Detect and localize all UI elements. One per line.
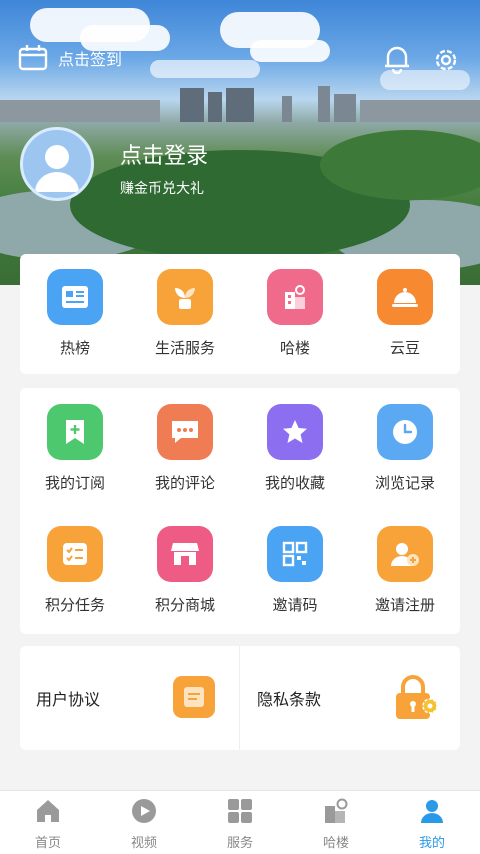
tab-label: 首页: [34, 836, 61, 851]
tab-video[interactable]: 视频: [96, 797, 192, 851]
quick-links-card: 热榜 生活服务 哈楼 云豆: [20, 254, 460, 374]
feature-points-tasks[interactable]: 积分任务: [20, 526, 130, 615]
lock-gear-icon: [396, 675, 438, 719]
task-list-icon: [47, 526, 103, 582]
add-user-icon: [377, 526, 433, 582]
feature-points-mall[interactable]: 积分商城: [130, 526, 240, 615]
tab-label: 视频: [130, 836, 157, 851]
building-icon: [325, 798, 348, 823]
quick-link-hot-list[interactable]: 热榜: [20, 269, 130, 358]
signin-label: 点击签到: [58, 50, 123, 69]
agreement-note-icon: [173, 676, 215, 718]
tab-services[interactable]: 服务: [192, 797, 288, 851]
avatar[interactable]: [20, 127, 94, 201]
feature-my-subscriptions[interactable]: 我的订阅: [20, 404, 130, 493]
feature-label: 积分商城: [154, 596, 215, 614]
feature-label: 邀请码: [272, 596, 318, 614]
tab-label: 服务: [226, 836, 253, 851]
feature-label: 浏览记录: [374, 474, 435, 492]
grid-icon: [228, 799, 252, 823]
feature-label: 积分任务: [44, 596, 105, 614]
tab-home[interactable]: 首页: [0, 797, 96, 851]
feature-label: 我的收藏: [264, 474, 325, 492]
user-icon: [421, 800, 443, 823]
user-agreement-label: 用户协议: [36, 690, 101, 709]
privacy-policy-item[interactable]: 隐私条款: [240, 646, 460, 750]
feature-invite-code[interactable]: 邀请码: [240, 526, 350, 615]
quick-link-label: 热榜: [59, 339, 90, 357]
store-icon: [157, 526, 213, 582]
calendar-icon: [18, 45, 48, 71]
food-cloche-icon: [377, 269, 433, 325]
privacy-policy-label: 隐私条款: [257, 690, 322, 709]
bottom-tab-bar: 首页 视频 服务 哈楼 我的: [0, 790, 480, 854]
gear-icon[interactable]: [431, 45, 461, 75]
tab-halou[interactable]: 哈楼: [288, 797, 384, 851]
agreements-card: 用户协议 隐私条款: [20, 646, 460, 750]
quick-link-halou[interactable]: 哈楼: [240, 269, 350, 358]
quick-link-label: 云豆: [389, 339, 420, 357]
quick-link-label: 生活服务: [154, 339, 215, 357]
feature-label: 我的订阅: [44, 474, 105, 492]
clock-icon: [377, 404, 433, 460]
tab-label: 哈楼: [322, 836, 349, 851]
quick-link-label: 哈楼: [279, 339, 310, 357]
feature-label: 邀请注册: [374, 596, 435, 614]
star-icon: [267, 404, 323, 460]
feature-label: 我的评论: [154, 474, 215, 492]
qr-code-icon: [267, 526, 323, 582]
signin-button[interactable]: 点击签到: [18, 44, 122, 72]
hot-list-icon: [47, 269, 103, 325]
feature-invite-register[interactable]: 邀请注册: [350, 526, 460, 615]
comment-icon: [157, 404, 213, 460]
bell-icon[interactable]: [383, 44, 411, 74]
login-subtitle: 赚金币兑大礼: [120, 181, 204, 197]
quick-link-life-services[interactable]: 生活服务: [130, 269, 240, 358]
user-agreement-item[interactable]: 用户协议: [20, 646, 240, 750]
feature-my-favorites[interactable]: 我的收藏: [240, 404, 350, 493]
quick-link-yundou[interactable]: 云豆: [350, 269, 460, 358]
tab-label: 我的: [418, 836, 445, 851]
play-icon: [132, 799, 156, 823]
subscribe-icon: [47, 404, 103, 460]
login-title[interactable]: 点击登录: [120, 138, 208, 170]
building-icon: [267, 269, 323, 325]
features-card: 我的订阅 我的评论 我的收藏 浏览记录 积分任务 积分商城 邀请码 邀请注册: [20, 388, 460, 634]
feature-my-comments[interactable]: 我的评论: [130, 404, 240, 493]
plant-icon: [157, 269, 213, 325]
user-silhouette-icon: [35, 145, 79, 192]
feature-browsing-history[interactable]: 浏览记录: [350, 404, 460, 493]
tab-mine[interactable]: 我的: [384, 797, 480, 851]
home-icon: [37, 800, 59, 822]
